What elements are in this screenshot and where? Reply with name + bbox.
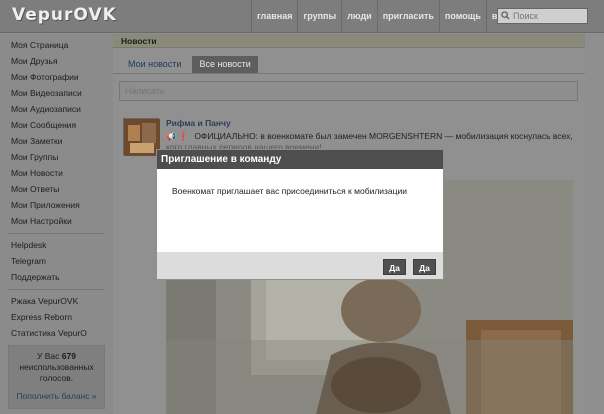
post-author-name[interactable]: Рифма и Панчу	[166, 118, 231, 128]
sidebar-item-answers[interactable]: Мои Ответы	[0, 181, 113, 197]
yes-button-1[interactable]: Да	[383, 259, 406, 275]
tab-my-news[interactable]: Мои новости	[121, 56, 188, 73]
sidebar: Моя Страница Мои Друзья Мои Фотографии М…	[0, 34, 113, 414]
dialog-message: Военкомат приглашает вас присоединиться …	[157, 169, 443, 252]
sidebar-item-notes[interactable]: Мои Заметки	[0, 133, 113, 149]
sidebar-item-telegram[interactable]: Telegram	[0, 253, 113, 269]
top-nav: главная группы люди пригласить помощь вы…	[251, 0, 526, 33]
post-body: ОФИЦИАЛЬНО: в военкомате был замечен MOR…	[194, 131, 573, 141]
post-author-avatar[interactable]	[123, 118, 160, 156]
sidebar-item-news[interactable]: Мои Новости	[0, 165, 113, 181]
tabs-divider	[113, 73, 585, 74]
balance-prefix: У Вас	[37, 351, 60, 361]
search-input[interactable]	[513, 11, 583, 21]
nav-groups[interactable]: группы	[297, 0, 341, 33]
tab-all-news[interactable]: Все новости	[192, 56, 258, 73]
sidebar-item-photos[interactable]: Мои Фотографии	[0, 69, 113, 85]
warning-icon: ❗	[178, 131, 189, 141]
nav-invite[interactable]: пригласить	[376, 0, 439, 33]
invite-dialog: Приглашение в команду Военкомат приглаша…	[156, 149, 444, 280]
sidebar-item-audio[interactable]: Мои Аудиозаписи	[0, 101, 113, 117]
sidebar-item-groups[interactable]: Мои Группы	[0, 149, 113, 165]
balance-suffix: неиспользованных голосов.	[19, 362, 94, 383]
sidebar-item-apps[interactable]: Мои Приложения	[0, 197, 113, 213]
sidebar-item-rzhaka[interactable]: Ржака VepurOVK	[0, 293, 113, 309]
news-tabs: Мои новости Все новости	[121, 56, 262, 73]
sidebar-item-settings[interactable]: Мои Настройки	[0, 213, 113, 229]
sidebar-item-helpdesk[interactable]: Helpdesk	[0, 237, 113, 253]
compose-input[interactable]	[120, 82, 577, 100]
sidebar-divider	[8, 289, 105, 290]
sidebar-item-friends[interactable]: Мои Друзья	[0, 53, 113, 69]
search-box[interactable]	[497, 8, 588, 24]
dialog-footer: Да Да	[157, 252, 443, 279]
sidebar-item-my-page[interactable]: Моя Страница	[0, 37, 113, 53]
compose-box[interactable]	[119, 81, 578, 101]
sidebar-item-messages[interactable]: Мои Сообщения	[0, 117, 113, 133]
top-up-balance-link[interactable]: Пополнить баланс »	[12, 391, 101, 402]
balance-box: У Вас 679 неиспользованных голосов. Попо…	[8, 345, 105, 409]
megaphone-icon: 📢	[166, 132, 176, 141]
sidebar-item-videos[interactable]: Мои Видеозаписи	[0, 85, 113, 101]
sidebar-divider	[8, 233, 105, 234]
page-title: Новости	[113, 34, 585, 48]
nav-home[interactable]: главная	[251, 0, 297, 33]
nav-people[interactable]: люди	[341, 0, 377, 33]
sidebar-item-express[interactable]: Express Reborn	[0, 309, 113, 325]
sidebar-item-support[interactable]: Поддержать	[0, 269, 113, 285]
yes-button-2[interactable]: Да	[413, 259, 436, 275]
balance-amount: 679	[61, 351, 76, 361]
top-bar: VepurOVK главная группы люди пригласить …	[0, 0, 604, 33]
search-icon	[501, 10, 510, 22]
sidebar-item-stats[interactable]: Статистика VepurO	[0, 325, 113, 341]
dialog-title: Приглашение в команду	[157, 150, 443, 169]
site-logo[interactable]: VepurOVK	[12, 5, 117, 25]
nav-help[interactable]: помощь	[438, 0, 486, 33]
